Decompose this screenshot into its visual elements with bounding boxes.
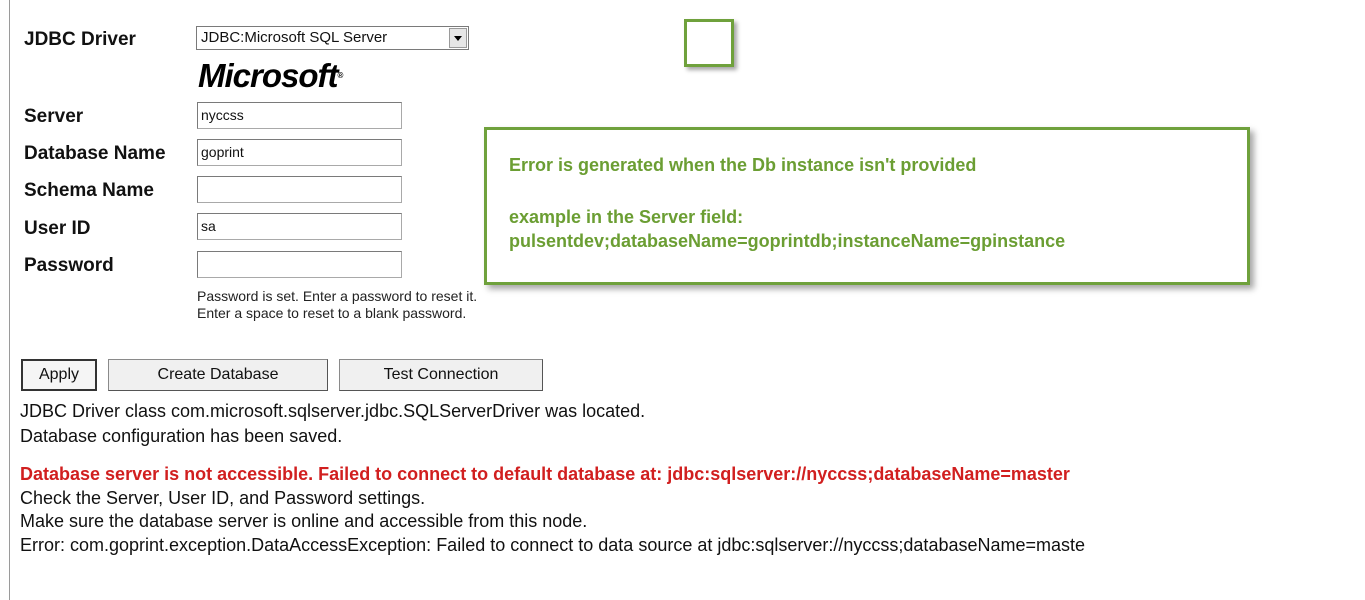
chevron-down-icon[interactable] [449, 28, 467, 48]
apply-button[interactable]: Apply [21, 359, 97, 391]
microsoft-logo-text: Microsoft [198, 57, 338, 94]
annotation-callout: Error is generated when the Db instance … [484, 127, 1250, 285]
left-divider [9, 0, 10, 600]
registered-mark: ® [337, 71, 344, 80]
error-title: Database server is not accessible. Faile… [20, 464, 1070, 484]
password-label: Password [24, 255, 114, 276]
jdbc-config-page: JDBC Driver JDBC:Microsoft SQL Server Mi… [0, 0, 1365, 600]
server-input[interactable]: nyccss [197, 102, 402, 129]
database-name-input[interactable]: goprint [197, 139, 402, 166]
create-database-button[interactable]: Create Database [108, 359, 328, 391]
check-settings-message: Check the Server, User ID, and Password … [20, 488, 426, 508]
annotation-highlight-box [684, 19, 734, 67]
schema-name-input[interactable] [197, 176, 402, 203]
jdbc-driver-label: JDBC Driver [24, 29, 136, 50]
password-hint-reset: Password is set. Enter a password to res… [197, 288, 478, 304]
user-id-label: User ID [24, 218, 91, 239]
password-hint-blank: Enter a space to reset to a blank passwo… [197, 305, 467, 321]
test-connection-button[interactable]: Test Connection [339, 359, 543, 391]
server-label: Server [24, 106, 84, 127]
jdbc-driver-value: JDBC:Microsoft SQL Server [201, 29, 388, 46]
callout-line-2: example in the Server field: [509, 207, 744, 227]
config-saved-message: Database configuration has been saved. [20, 426, 343, 446]
driver-located-message: JDBC Driver class com.microsoft.sqlserve… [20, 401, 646, 421]
error-detail-message: Error: com.goprint.exception.DataAccessE… [20, 535, 1086, 555]
user-id-input[interactable]: sa [197, 213, 402, 240]
database-name-label: Database Name [24, 143, 166, 164]
microsoft-logo: Microsoft® [198, 56, 343, 96]
password-input[interactable] [197, 251, 402, 278]
jdbc-driver-select[interactable]: JDBC:Microsoft SQL Server [196, 26, 469, 50]
schema-name-label: Schema Name [24, 180, 154, 201]
callout-line-3: pulsentdev;databaseName=goprintdb;instan… [509, 231, 1066, 251]
callout-line-1: Error is generated when the Db instance … [509, 155, 977, 175]
make-sure-message: Make sure the database server is online … [20, 511, 588, 531]
